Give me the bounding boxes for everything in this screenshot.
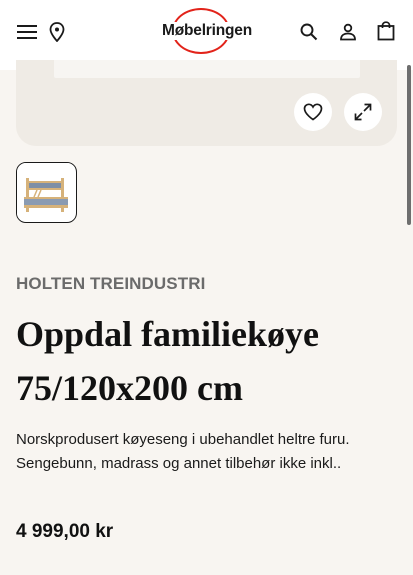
product-thumbnail[interactable] [16, 162, 77, 223]
shopping-bag-icon[interactable] [370, 15, 402, 47]
product-image[interactable] [54, 60, 360, 78]
scrollbar[interactable] [407, 65, 411, 225]
menu-icon[interactable] [11, 16, 43, 48]
expand-icon [354, 103, 372, 121]
expand-image-button[interactable] [344, 93, 382, 131]
site-logo[interactable]: Møbelringen [158, 8, 256, 56]
heart-icon [303, 103, 323, 121]
product-price: 4 999,00 kr [16, 521, 114, 542]
logo-text: Møbelringen [162, 22, 252, 39]
location-pin-icon[interactable] [41, 16, 73, 48]
product-description: Norskprodusert køyeseng i ubehandlet hel… [16, 431, 350, 472]
favorite-button[interactable] [294, 93, 332, 131]
product-brand[interactable]: HOLTEN TREINDUSTRI [16, 274, 205, 294]
product-title: Oppdal familiekøye 75/120x200 cm [16, 314, 320, 408]
search-icon[interactable] [293, 16, 325, 48]
bunk-bed-image [17, 163, 75, 221]
user-icon[interactable] [332, 16, 364, 48]
product-image-gallery [16, 60, 397, 146]
